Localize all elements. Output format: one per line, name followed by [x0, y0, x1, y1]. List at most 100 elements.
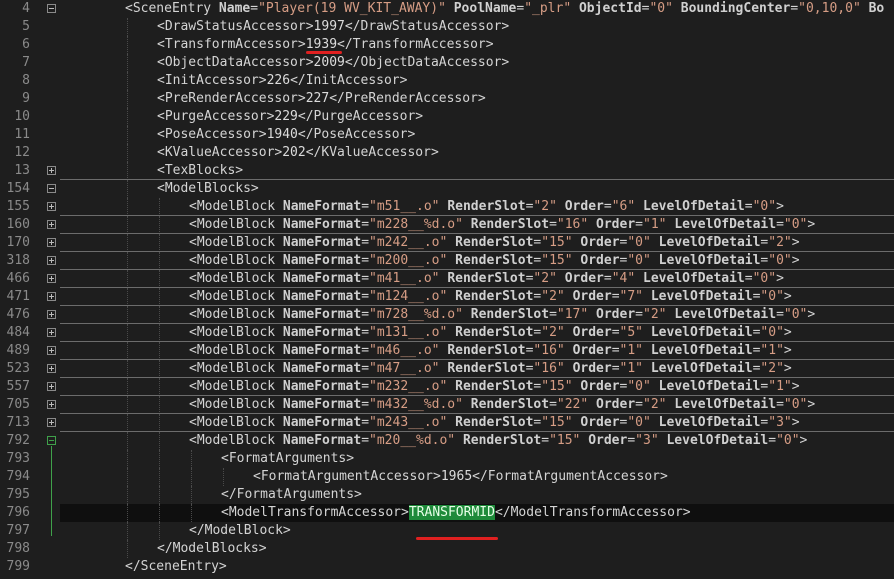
code-text[interactable]: <ModelBlock NameFormat="m242__.o" Render…	[189, 234, 800, 252]
token-tag: =	[635, 217, 643, 232]
code-text[interactable]: <ModelBlock NameFormat="m228__%d.o" Rend…	[189, 216, 815, 234]
code-line[interactable]: 7 <ObjectDataAccessor>2009</ObjectDataAcc…	[0, 54, 894, 72]
code-text[interactable]: <PurgeAccessor>229</PurgeAccessor>	[157, 108, 423, 126]
token-tag: =	[361, 433, 370, 448]
code-text[interactable]: <ModelBlock NameFormat="m47__.o" RenderS…	[189, 360, 792, 378]
code-line[interactable]: 793 <FormatArguments>	[0, 450, 894, 468]
collapse-icon[interactable]	[47, 4, 56, 13]
expand-icon[interactable]	[47, 310, 56, 319]
expand-icon[interactable]	[47, 220, 56, 229]
expand-icon[interactable]	[47, 328, 56, 337]
expand-icon[interactable]	[47, 382, 56, 391]
code-text[interactable]: <ModelBlock NameFormat="m46__.o" RenderS…	[189, 342, 792, 360]
code-line[interactable]: 705 <ModelBlock NameFormat="m432__%d.o" R…	[0, 396, 894, 414]
collapse-icon[interactable]	[47, 184, 56, 193]
token-tag: =	[516, 1, 525, 16]
expand-icon[interactable]	[47, 400, 56, 409]
expand-icon[interactable]	[47, 292, 56, 301]
code-text[interactable]: <ModelBlocks>	[157, 180, 259, 198]
code-line[interactable]: 6 <TransformAccessor>1939</TransformAcces…	[0, 36, 894, 54]
code-text[interactable]: <ModelBlock NameFormat="m124__.o" Render…	[189, 288, 792, 306]
code-text[interactable]: <KValueAccessor>202</KValueAccessor>	[157, 144, 439, 162]
expand-icon[interactable]	[47, 202, 56, 211]
code-line[interactable]: 155 <ModelBlock NameFormat="m51__.o" Rend…	[0, 198, 894, 216]
code-text[interactable]: <ModelBlock NameFormat="m728__%d.o" Rend…	[189, 306, 815, 324]
code-line[interactable]: 318 <ModelBlock NameFormat="m200__.o" Ren…	[0, 252, 894, 270]
token-tag: =	[776, 307, 784, 322]
code-editor[interactable]: 4 <SceneEntry Name="Player(19 WV_KIT_AWAY…	[0, 0, 894, 579]
token-tag: =	[541, 433, 550, 448]
token-val: "m200__.o"	[369, 253, 448, 268]
code-line[interactable]: 12 <KValueAccessor>202</KValueAccessor>	[0, 144, 894, 162]
code-text[interactable]: <ModelBlock NameFormat="m200__.o" Render…	[189, 252, 800, 270]
code-line[interactable]: 9 <PreRenderAccessor>227</PreRenderAccess…	[0, 90, 894, 108]
code-line[interactable]: 799 </SceneEntry>	[0, 558, 894, 576]
expand-icon[interactable]	[47, 346, 56, 355]
code-line[interactable]: 471 <ModelBlock NameFormat="m124__.o" Ren…	[0, 288, 894, 306]
expand-icon[interactable]	[47, 238, 56, 247]
code-text[interactable]: <FormatArguments>	[221, 450, 354, 468]
expand-icon[interactable]	[47, 364, 56, 373]
expand-icon[interactable]	[47, 418, 56, 427]
code-text[interactable]: <DrawStatusAccessor>1997</DrawStatusAcce…	[157, 18, 509, 36]
code-text[interactable]: <ModelBlock NameFormat="m131__.o" Render…	[189, 324, 792, 342]
expand-icon[interactable]	[47, 166, 56, 175]
token-txt: 202	[282, 145, 306, 160]
code-text[interactable]: <InitAccessor>226</InitAccessor>	[157, 72, 407, 90]
indent-guide	[127, 324, 128, 342]
code-line[interactable]: 796 <ModelTransformAccessor>TRANSFORMID</…	[0, 504, 894, 522]
indent-guide	[191, 486, 192, 504]
expand-icon[interactable]	[47, 274, 56, 283]
code-line[interactable]: 489 <ModelBlock NameFormat="m46__.o" Rend…	[0, 342, 894, 360]
token-attr: Order	[596, 217, 636, 232]
code-text[interactable]: <TexBlocks>	[157, 162, 243, 180]
token-val: "0"	[760, 289, 784, 304]
code-line[interactable]: 4 <SceneEntry Name="Player(19 WV_KIT_AWAY…	[0, 0, 894, 18]
code-line[interactable]: 11 <PoseAccessor>1940</PoseAccessor>	[0, 126, 894, 144]
code-line[interactable]: 5 <DrawStatusAccessor>1997</DrawStatusAcc…	[0, 18, 894, 36]
code-line[interactable]: 466 <ModelBlock NameFormat="m41__.o" Rend…	[0, 270, 894, 288]
code-line[interactable]: 795 </FormatArguments>	[0, 486, 894, 504]
code-text[interactable]: </ModelBlock>	[189, 522, 291, 540]
code-text[interactable]: <ModelBlock NameFormat="m51__.o" RenderS…	[189, 198, 784, 216]
code-line[interactable]: 8 <InitAccessor>226</InitAccessor>	[0, 72, 894, 90]
token-tag	[557, 199, 565, 214]
code-line[interactable]: 792 <ModelBlock NameFormat="m20__%d.o" Re…	[0, 432, 894, 450]
token-val: "1"	[768, 379, 792, 394]
code-line[interactable]: 557 <ModelBlock NameFormat="m232__.o" Ren…	[0, 378, 894, 396]
code-text[interactable]: <PoseAccessor>1940</PoseAccessor>	[157, 126, 415, 144]
code-text[interactable]: <ModelTransformAccessor>TRANSFORMID</Mod…	[221, 504, 691, 522]
code-text[interactable]: <ModelBlock NameFormat="m243__.o" Render…	[189, 414, 800, 432]
token-tag: =	[627, 433, 636, 448]
code-line[interactable]: 713 <ModelBlock NameFormat="m243__.o" Ren…	[0, 414, 894, 432]
code-text[interactable]: <ModelBlock NameFormat="m232__.o" Render…	[189, 378, 800, 396]
code-line[interactable]: 523 <ModelBlock NameFormat="m47__.o" Rend…	[0, 360, 894, 378]
code-line[interactable]: 160 <ModelBlock NameFormat="m228__%d.o" R…	[0, 216, 894, 234]
token-attr: NameFormat	[282, 199, 362, 214]
code-text[interactable]: <ModelBlock NameFormat="m41__.o" RenderS…	[189, 270, 784, 288]
token-attr: RenderSlot	[462, 433, 542, 448]
code-text[interactable]: </ModelBlocks>	[157, 540, 267, 558]
code-text[interactable]: <ModelBlock NameFormat="m20__%d.o" Rende…	[189, 432, 807, 450]
code-line[interactable]: 476 <ModelBlock NameFormat="m728__%d.o" R…	[0, 306, 894, 324]
indent-guide	[127, 414, 128, 432]
code-line[interactable]: 170 <ModelBlock NameFormat="m242__.o" Ren…	[0, 234, 894, 252]
code-line[interactable]: 798 </ModelBlocks>	[0, 540, 894, 558]
code-line[interactable]: 10 <PurgeAccessor>229</PurgeAccessor>	[0, 108, 894, 126]
code-line[interactable]: 794 <FormatArgumentAccessor>1965</FormatA…	[0, 468, 894, 486]
code-text[interactable]: </SceneEntry>	[125, 558, 227, 576]
code-text[interactable]: <ModelBlock NameFormat="m432__%d.o" Rend…	[189, 396, 815, 414]
code-line[interactable]: 154 <ModelBlocks>	[0, 180, 894, 198]
code-line[interactable]: 13 <TexBlocks>	[0, 162, 894, 180]
token-tag	[643, 361, 651, 376]
token-attr: LevelOfDetail	[658, 415, 761, 430]
expand-icon[interactable]	[47, 256, 56, 265]
code-text[interactable]: <ObjectDataAccessor>2009</ObjectDataAcce…	[157, 54, 509, 72]
code-text[interactable]: <FormatArgumentAccessor>1965</FormatArgu…	[253, 468, 668, 486]
token-attr: NameFormat	[282, 253, 362, 268]
code-text[interactable]: <PreRenderAccessor>227</PreRenderAccesso…	[157, 90, 486, 108]
collapse-icon[interactable]	[47, 436, 56, 445]
code-text[interactable]: </FormatArguments>	[221, 486, 362, 504]
code-line[interactable]: 484 <ModelBlock NameFormat="m131__.o" Ren…	[0, 324, 894, 342]
code-text[interactable]: <SceneEntry Name="Player(19 WV_KIT_AWAY)…	[125, 0, 884, 18]
